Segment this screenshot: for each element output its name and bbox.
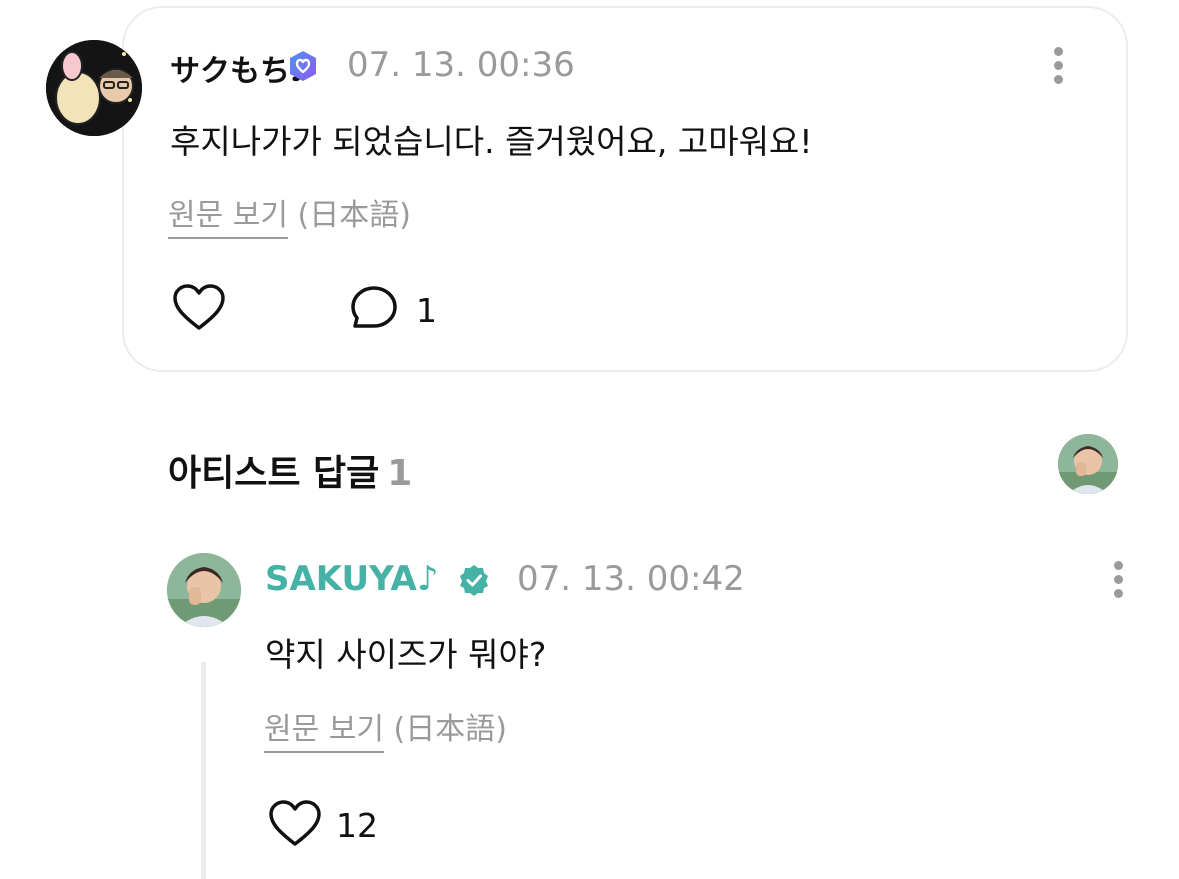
more-options-icon[interactable] xyxy=(1054,47,1064,89)
view-original-link[interactable]: 원문 보기 xyxy=(168,198,288,239)
comment-body: 후지나가가 되었습니다. 즐거웠어요, 고마워요! xyxy=(170,122,813,161)
verified-badge-icon xyxy=(286,49,320,87)
comment-timestamp: 07. 13. 00:36 xyxy=(347,45,575,85)
commenter-avatar[interactable] xyxy=(46,40,142,136)
artist-replies-heading: 아티스트 답글 1 xyxy=(168,444,412,496)
artist-avatar[interactable] xyxy=(167,553,241,627)
thread-line xyxy=(201,662,206,879)
section-count: 1 xyxy=(387,453,413,494)
artist-verified-badge-icon xyxy=(457,563,491,601)
reply-view-original-link[interactable]: 원문 보기 xyxy=(264,712,384,753)
view-original: 원문 보기 (日本語) xyxy=(168,190,411,239)
reply-view-original: 원문 보기 (日本語) xyxy=(264,704,507,753)
reply-count: 1 xyxy=(416,291,437,330)
reply-bubble-icon[interactable] xyxy=(350,285,400,337)
original-language: (日本語) xyxy=(297,198,411,233)
reply-more-options-icon[interactable] xyxy=(1114,561,1124,603)
reply-like-heart-icon[interactable] xyxy=(268,800,322,852)
artist-name[interactable]: SAKUYA♪ xyxy=(265,559,439,599)
section-title-label: 아티스트 답글 xyxy=(168,453,380,494)
reply-timestamp: 07. 13. 00:42 xyxy=(517,559,745,599)
artist-avatar-small[interactable] xyxy=(1058,434,1118,494)
reply-like-count: 12 xyxy=(336,806,378,845)
like-heart-icon[interactable] xyxy=(172,284,226,336)
reply-body: 약지 사이즈가 뭐야? xyxy=(265,635,547,674)
reply-original-language: (日本語) xyxy=(393,712,507,747)
